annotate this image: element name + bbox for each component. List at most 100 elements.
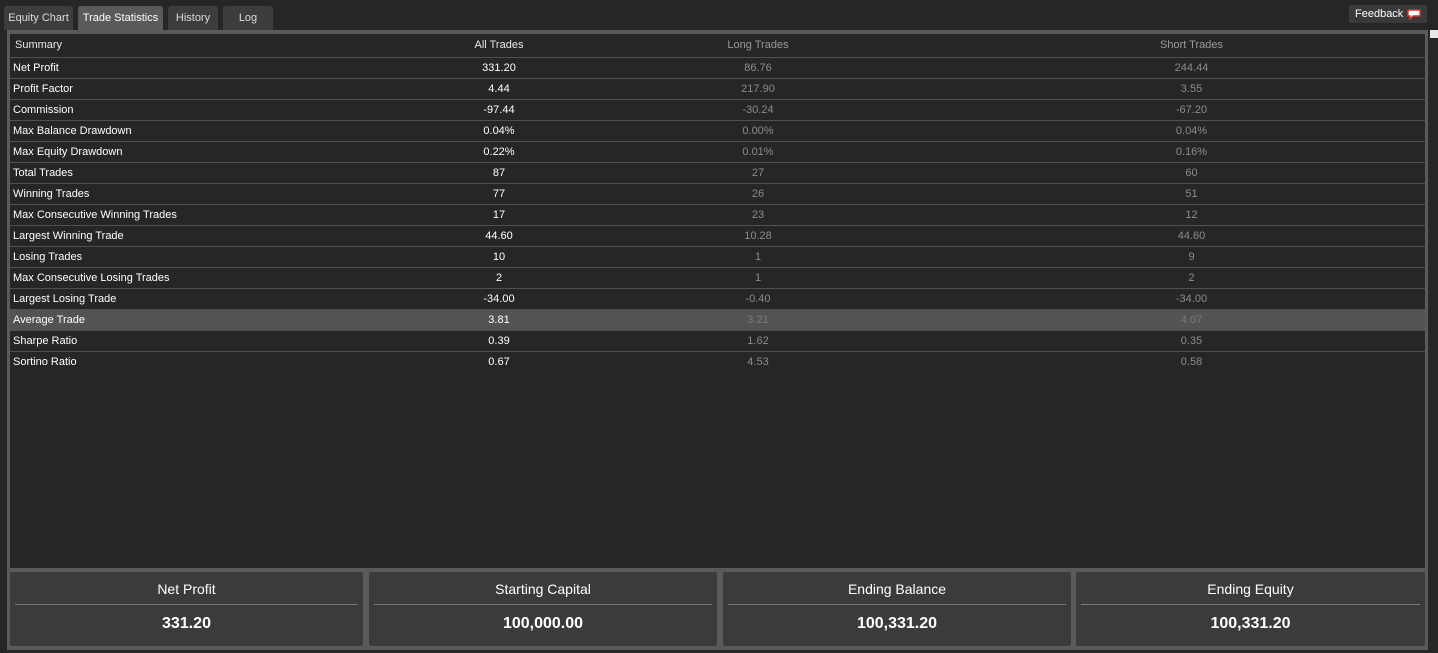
table-row[interactable]: Max Balance Drawdown 0.04% 0.00% 0.04% [10, 120, 1425, 142]
card-value: 331.20 [162, 615, 211, 632]
long-trades-value: 1.62 [558, 330, 958, 352]
tab-log[interactable]: Log [223, 6, 273, 30]
all-trades-value: 0.67 [488, 355, 510, 368]
long-trades-value: 0.00% [558, 120, 958, 142]
long-trades-value: 27 [558, 162, 958, 184]
all-trades-value: 77 [440, 183, 558, 205]
table-header-row: Summary All Trades Long Trades Short Tra… [10, 34, 1425, 58]
all-trades-value: 10 [440, 246, 558, 268]
all-trades-value: 4.44 [440, 78, 558, 100]
short-trades-value: 4.07 [958, 309, 1425, 331]
card-label: Ending Balance [847, 581, 947, 597]
card-label: Starting Capital [495, 581, 591, 597]
short-trades-value: -67.20 [958, 99, 1425, 121]
row-label: Largest Losing Trade [10, 288, 440, 310]
long-trades-value: 10.28 [558, 225, 958, 247]
tab-bar: Equity Chart Trade Statistics History Lo… [0, 0, 1438, 30]
short-trades-value: 51 [958, 183, 1425, 205]
column-header-summary[interactable]: Summary [10, 34, 440, 58]
all-trades-value: 2 [440, 267, 558, 289]
summary-cards: Net Profit 331.20 Starting Capital 100,0… [7, 568, 1428, 650]
long-trades-value: 4.53 [747, 355, 769, 368]
card-net-profit: Net Profit 331.20 [10, 572, 363, 646]
short-trades-value: 244.44 [958, 57, 1425, 79]
row-label: Sortino Ratio [13, 355, 77, 368]
table-row[interactable]: Max Consecutive Losing Trades 2 1 2 [10, 267, 1425, 289]
short-trades-value: -34.00 [958, 288, 1425, 310]
row-label: Winning Trades [10, 183, 440, 205]
short-trades-value: 9 [958, 246, 1425, 268]
table-row[interactable]: Losing Trades 10 1 9 [10, 246, 1425, 268]
table-row[interactable]: Commission -97.44 -30.24 -67.20 [10, 99, 1425, 121]
feedback-button[interactable]: Feedback [1349, 5, 1427, 23]
long-trades-value: -0.40 [558, 288, 958, 310]
column-header-short-trades[interactable]: Short Trades [958, 34, 1425, 58]
long-trades-value: 26 [558, 183, 958, 205]
long-trades-value: 1 [558, 267, 958, 289]
long-trades-value: 86.76 [558, 57, 958, 79]
long-trades-value: 23 [558, 204, 958, 226]
card-divider [15, 604, 358, 605]
all-trades-value: 0.22% [440, 141, 558, 163]
statistics-table: Summary All Trades Long Trades Short Tra… [10, 34, 1425, 372]
table-row[interactable]: Max Equity Drawdown 0.22% 0.01% 0.16% [10, 141, 1425, 163]
all-trades-value: 0.39 [440, 330, 558, 352]
card-label: Net Profit [157, 581, 216, 597]
all-trades-value: 0.04% [440, 120, 558, 142]
statistics-panel: Summary All Trades Long Trades Short Tra… [7, 30, 1428, 568]
long-trades-value: 217.90 [558, 78, 958, 100]
tab-equity-chart[interactable]: Equity Chart [4, 6, 73, 30]
feedback-label: Feedback [1355, 8, 1404, 20]
row-label: Max Equity Drawdown [10, 141, 440, 163]
row-label: Total Trades [10, 162, 440, 184]
long-trades-value: -30.24 [558, 99, 958, 121]
row-label: Max Consecutive Winning Trades [10, 204, 440, 226]
row-label: Max Balance Drawdown [10, 120, 440, 142]
short-trades-value: 0.58 [1180, 355, 1203, 368]
all-trades-value: 44.60 [440, 225, 558, 247]
column-header-long-trades[interactable]: Long Trades [558, 34, 958, 58]
table-row[interactable]: Total Trades 87 27 60 [10, 162, 1425, 184]
table-row[interactable]: Sortino Ratio 0.67 4.53 0.58 [10, 351, 1425, 372]
scrollbar-corner [1430, 30, 1438, 38]
table-row[interactable]: Largest Winning Trade 44.60 10.28 44.60 [10, 225, 1425, 247]
card-value: 100,000.00 [502, 615, 584, 632]
card-starting-capital: Starting Capital 100,000.00 [369, 572, 717, 646]
short-trades-value: 3.55 [958, 78, 1425, 100]
table-row[interactable]: Net Profit 331.20 86.76 244.44 [10, 57, 1425, 79]
tab-trade-statistics[interactable]: Trade Statistics [78, 6, 163, 30]
row-label: Commission [10, 99, 440, 121]
short-trades-value: 44.60 [958, 225, 1425, 247]
long-trades-value: 1 [558, 246, 958, 268]
card-label: Ending Equity [1207, 581, 1294, 597]
speech-bubble-icon [1407, 9, 1421, 20]
table-row[interactable]: Profit Factor 4.44 217.90 3.55 [10, 78, 1425, 100]
card-ending-equity: Ending Equity 100,331.20 [1076, 572, 1425, 646]
short-trades-value: 2 [958, 267, 1425, 289]
table-row[interactable]: Sharpe Ratio 0.39 1.62 0.35 [10, 330, 1425, 352]
long-trades-value: 0.01% [558, 141, 958, 163]
statistics-table-area: Summary All Trades Long Trades Short Tra… [10, 34, 1425, 568]
table-row[interactable]: Max Consecutive Winning Trades 17 23 12 [10, 204, 1425, 226]
column-header-all-trades[interactable]: All Trades [440, 34, 558, 58]
row-label: Net Profit [10, 57, 440, 79]
all-trades-value: 3.81 [440, 309, 558, 331]
all-trades-value: -97.44 [440, 99, 558, 121]
row-label: Max Consecutive Losing Trades [10, 267, 440, 289]
row-label: Profit Factor [10, 78, 440, 100]
tab-history[interactable]: History [168, 6, 218, 30]
row-label: Losing Trades [10, 246, 440, 268]
table-row[interactable]: Winning Trades 77 26 51 [10, 183, 1425, 205]
short-trades-value: 0.35 [958, 330, 1425, 352]
card-divider [374, 604, 712, 605]
all-trades-value: 331.20 [440, 57, 558, 79]
short-trades-value: 60 [958, 162, 1425, 184]
table-row-selected[interactable]: Average Trade 3.81 3.21 4.07 [10, 309, 1425, 331]
all-trades-value: -34.00 [440, 288, 558, 310]
row-label: Average Trade [10, 309, 440, 331]
row-label: Sharpe Ratio [10, 330, 440, 352]
table-row[interactable]: Largest Losing Trade -34.00 -0.40 -34.00 [10, 288, 1425, 310]
short-trades-value: 12 [958, 204, 1425, 226]
short-trades-value: 0.04% [958, 120, 1425, 142]
card-ending-balance: Ending Balance 100,331.20 [723, 572, 1071, 646]
